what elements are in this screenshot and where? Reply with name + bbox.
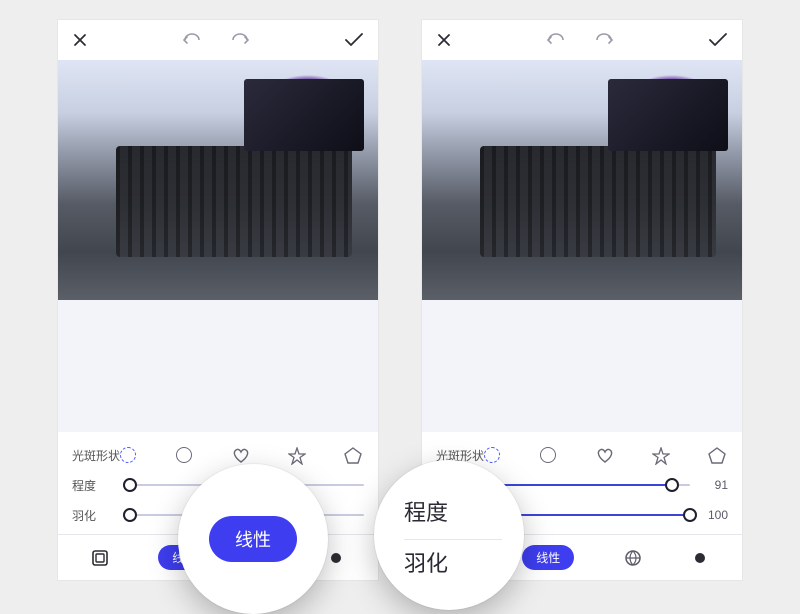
slider-thumb[interactable] [123, 508, 137, 522]
shape-heart-icon[interactable] [596, 447, 612, 463]
close-icon[interactable] [72, 32, 88, 48]
shape-label: 光斑形状 [72, 447, 120, 464]
photo-placeholder [58, 60, 378, 300]
shape-circle-icon[interactable] [176, 447, 192, 463]
undo-icon[interactable] [181, 33, 203, 47]
close-icon[interactable] [436, 32, 452, 48]
redo-icon[interactable] [229, 33, 251, 47]
zoom-feather-label: 羽化 [404, 546, 502, 578]
phone-left: 光斑形状 程度 羽化 [58, 20, 378, 580]
shape-heart-icon[interactable] [232, 447, 248, 463]
shape-row: 光斑形状 [72, 440, 364, 470]
shape-circle-dashed-icon[interactable] [484, 447, 500, 463]
zoom-callout-pill: 线性 [178, 464, 328, 614]
feather-label: 羽化 [72, 507, 120, 524]
tab-linear-pill[interactable]: 线性 [522, 545, 574, 570]
slider-thumb[interactable] [683, 508, 697, 522]
intensity-value: 91 [700, 478, 728, 492]
canvas-padding [422, 300, 742, 432]
zoom-pill-label: 线性 [209, 516, 297, 562]
confirm-icon[interactable] [708, 33, 728, 47]
shape-star-icon[interactable] [288, 447, 304, 463]
shape-circle-dashed-icon[interactable] [120, 447, 136, 463]
intensity-label: 程度 [72, 477, 120, 494]
slider-thumb[interactable] [123, 478, 137, 492]
slider-thumb[interactable] [665, 478, 679, 492]
tab-square-icon[interactable] [91, 549, 109, 567]
shape-row: 光斑形状 [436, 440, 728, 470]
intensity-slider[interactable] [494, 484, 690, 486]
shape-pentagon-icon[interactable] [708, 447, 724, 463]
shape-pentagon-icon[interactable] [344, 447, 360, 463]
phone-right: 光斑形状 程度 91 [422, 20, 742, 580]
redo-icon[interactable] [593, 33, 615, 47]
shape-options [484, 447, 728, 463]
image-canvas[interactable] [422, 60, 742, 300]
shape-circle-icon[interactable] [540, 447, 556, 463]
feather-slider[interactable] [494, 514, 690, 516]
tab-dot-icon[interactable] [327, 549, 345, 567]
photo-placeholder [422, 60, 742, 300]
shape-star-icon[interactable] [652, 447, 668, 463]
zoom-separator [404, 539, 502, 540]
canvas-padding [58, 300, 378, 432]
topbar [58, 20, 378, 60]
tab-globe-icon[interactable] [624, 549, 642, 567]
topbar [422, 20, 742, 60]
zoom-intensity-label: 程度 [404, 495, 502, 527]
undo-icon[interactable] [545, 33, 567, 47]
feather-value: 100 [700, 508, 728, 522]
shape-options [120, 447, 364, 463]
tab-dot-icon[interactable] [691, 549, 709, 567]
image-canvas[interactable] [58, 60, 378, 300]
zoom-callout-labels: 程度 羽化 [374, 460, 524, 610]
confirm-icon[interactable] [344, 33, 364, 47]
